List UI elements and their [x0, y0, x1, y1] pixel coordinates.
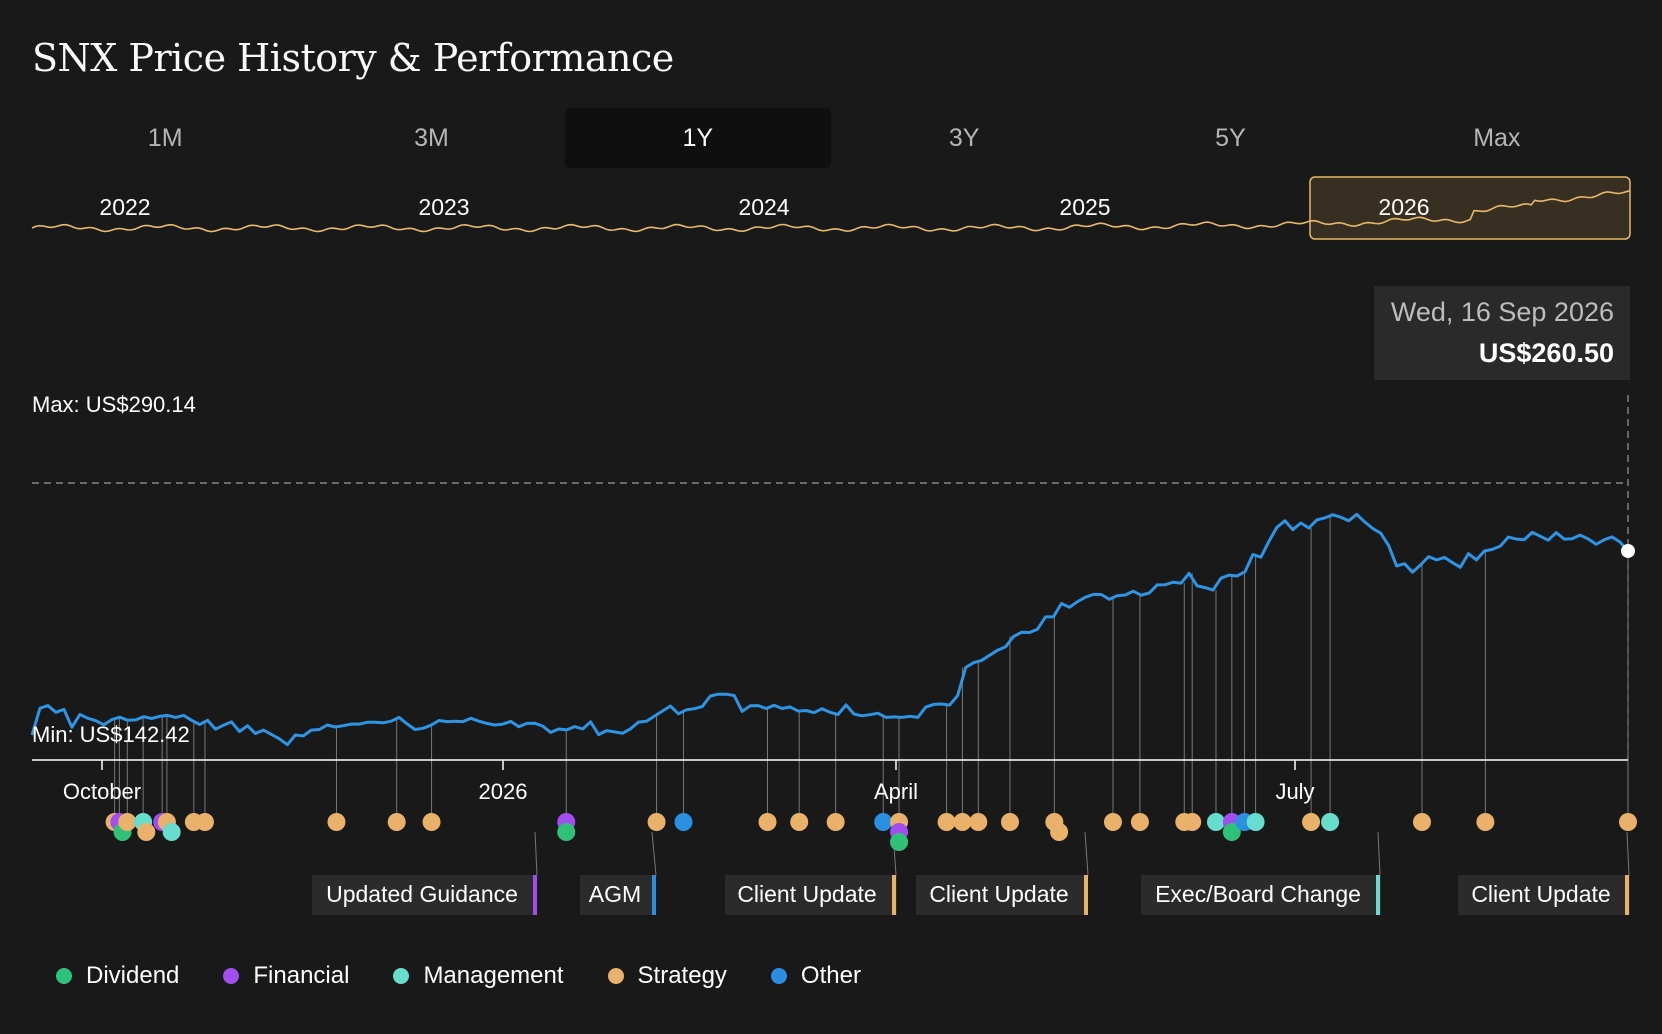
legend-label: Dividend [86, 962, 180, 989]
event-label-text: Client Update [929, 881, 1068, 907]
event-label-accent [1625, 875, 1629, 915]
event-dot-dividend[interactable] [557, 823, 576, 841]
event-dot-management[interactable] [1246, 813, 1265, 831]
min-price-label: Min: US$142.42 [32, 722, 190, 747]
event-dot-strategy[interactable] [387, 813, 406, 831]
event-dot-strategy[interactable] [790, 813, 809, 831]
event-label-text: Updated Guidance [326, 881, 518, 907]
legend: Dividend Financial Management Strategy O… [56, 962, 905, 990]
x-tick-label: 2026 [479, 779, 528, 804]
event-dot-strategy[interactable] [1476, 813, 1495, 831]
event-dot-management[interactable] [1321, 813, 1340, 831]
dividend-dot-icon [56, 968, 72, 984]
event-label-accent [1376, 875, 1380, 915]
event-label[interactable]: Client Update [1458, 875, 1630, 915]
event-dot-management[interactable] [162, 823, 181, 841]
event-dot-dividend[interactable] [890, 833, 909, 851]
tooltip-price: US$260.50 [1479, 338, 1614, 368]
event-label-text: Client Update [737, 881, 876, 907]
event-dot-strategy[interactable] [1000, 813, 1019, 831]
event-dot-strategy[interactable] [1183, 813, 1202, 831]
price-chart[interactable]: 2022 2023 2024 2025 2026 Wed, 16 Sep 202… [0, 0, 1662, 1034]
event-dot-strategy[interactable] [937, 813, 956, 831]
x-tick-label: July [1275, 779, 1314, 804]
price-line[interactable] [30, 512, 1630, 747]
event-dot-other[interactable] [874, 813, 893, 831]
overview-tick-label: 2022 [99, 194, 150, 220]
legend-label: Financial [253, 962, 350, 989]
financial-dot-icon [223, 968, 240, 984]
event-dot-strategy[interactable] [1619, 813, 1637, 831]
event-dot-strategy[interactable] [1130, 813, 1149, 831]
event-label-connector [1084, 831, 1089, 876]
event-label-accent [652, 875, 656, 915]
event-dot-strategy[interactable] [1103, 813, 1122, 831]
event-dot-strategy[interactable] [195, 813, 214, 831]
event-dot-strategy[interactable] [1050, 823, 1069, 841]
event-label-text: AGM [589, 881, 641, 907]
event-dot-strategy[interactable] [758, 813, 777, 831]
max-price-label: Max: US$290.14 [32, 392, 196, 417]
strategy-dot-icon [607, 968, 624, 984]
legend-item-strategy[interactable]: Strategy [607, 962, 727, 990]
event-dot-strategy[interactable] [422, 813, 441, 831]
event-dot-strategy[interactable] [826, 813, 845, 831]
event-label[interactable]: Client Update [725, 875, 897, 915]
tooltip: Wed, 16 Sep 2026 US$260.50 [1374, 286, 1630, 380]
overview-navigator[interactable]: 2022 2023 2024 2025 2026 [31, 176, 1631, 240]
event-label-accent [1084, 875, 1088, 915]
event-dot-strategy[interactable] [137, 823, 156, 841]
event-label-connector [1626, 831, 1630, 876]
event-label-connector [1377, 831, 1381, 876]
legend-label: Strategy [637, 962, 727, 989]
legend-item-management[interactable]: Management [393, 962, 564, 990]
price-marker [1621, 543, 1635, 558]
event-dot-strategy[interactable] [969, 813, 988, 831]
event-dot-strategy[interactable] [1302, 813, 1321, 831]
event-dot-strategy[interactable] [118, 813, 137, 831]
event-label-connector [651, 831, 657, 876]
overview-selection-window[interactable] [1309, 176, 1631, 240]
event-dot-strategy[interactable] [1412, 813, 1431, 831]
overview-tick-label: 2026 [1378, 194, 1429, 220]
event-dot-strategy[interactable] [327, 813, 346, 831]
legend-label: Other [800, 962, 861, 989]
overview-tick-label: 2023 [418, 194, 469, 220]
event-dot-management[interactable] [1206, 813, 1225, 831]
event-dot-other[interactable] [674, 813, 693, 831]
event-label-connector [534, 831, 538, 876]
legend-item-financial[interactable]: Financial [223, 962, 349, 990]
event-label-text: Exec/Board Change [1155, 881, 1361, 907]
event-label[interactable]: Exec/Board Change [1141, 875, 1381, 915]
event-label-accent [533, 875, 537, 915]
event-dots[interactable] [105, 813, 1637, 851]
x-tick-label: October [63, 779, 141, 804]
overview-tick-label: 2025 [1059, 194, 1110, 220]
event-dot-strategy[interactable] [647, 813, 666, 831]
event-label-accent [892, 875, 896, 915]
tooltip-date: Wed, 16 Sep 2026 [1391, 297, 1614, 327]
legend-item-other[interactable]: Other [770, 962, 861, 990]
other-dot-icon [770, 968, 787, 984]
event-label-text: Client Update [1471, 881, 1610, 907]
event-dot-strategy[interactable] [953, 813, 972, 831]
x-tick-label: April [874, 779, 918, 804]
overview-tick-label: 2024 [738, 194, 789, 220]
event-label[interactable]: Updated Guidance [312, 875, 537, 915]
event-label[interactable]: Client Update [916, 875, 1088, 915]
legend-label: Management [423, 962, 564, 989]
legend-item-dividend[interactable]: Dividend [56, 962, 179, 990]
management-dot-icon [393, 968, 410, 984]
event-label[interactable]: AGM [580, 875, 656, 915]
